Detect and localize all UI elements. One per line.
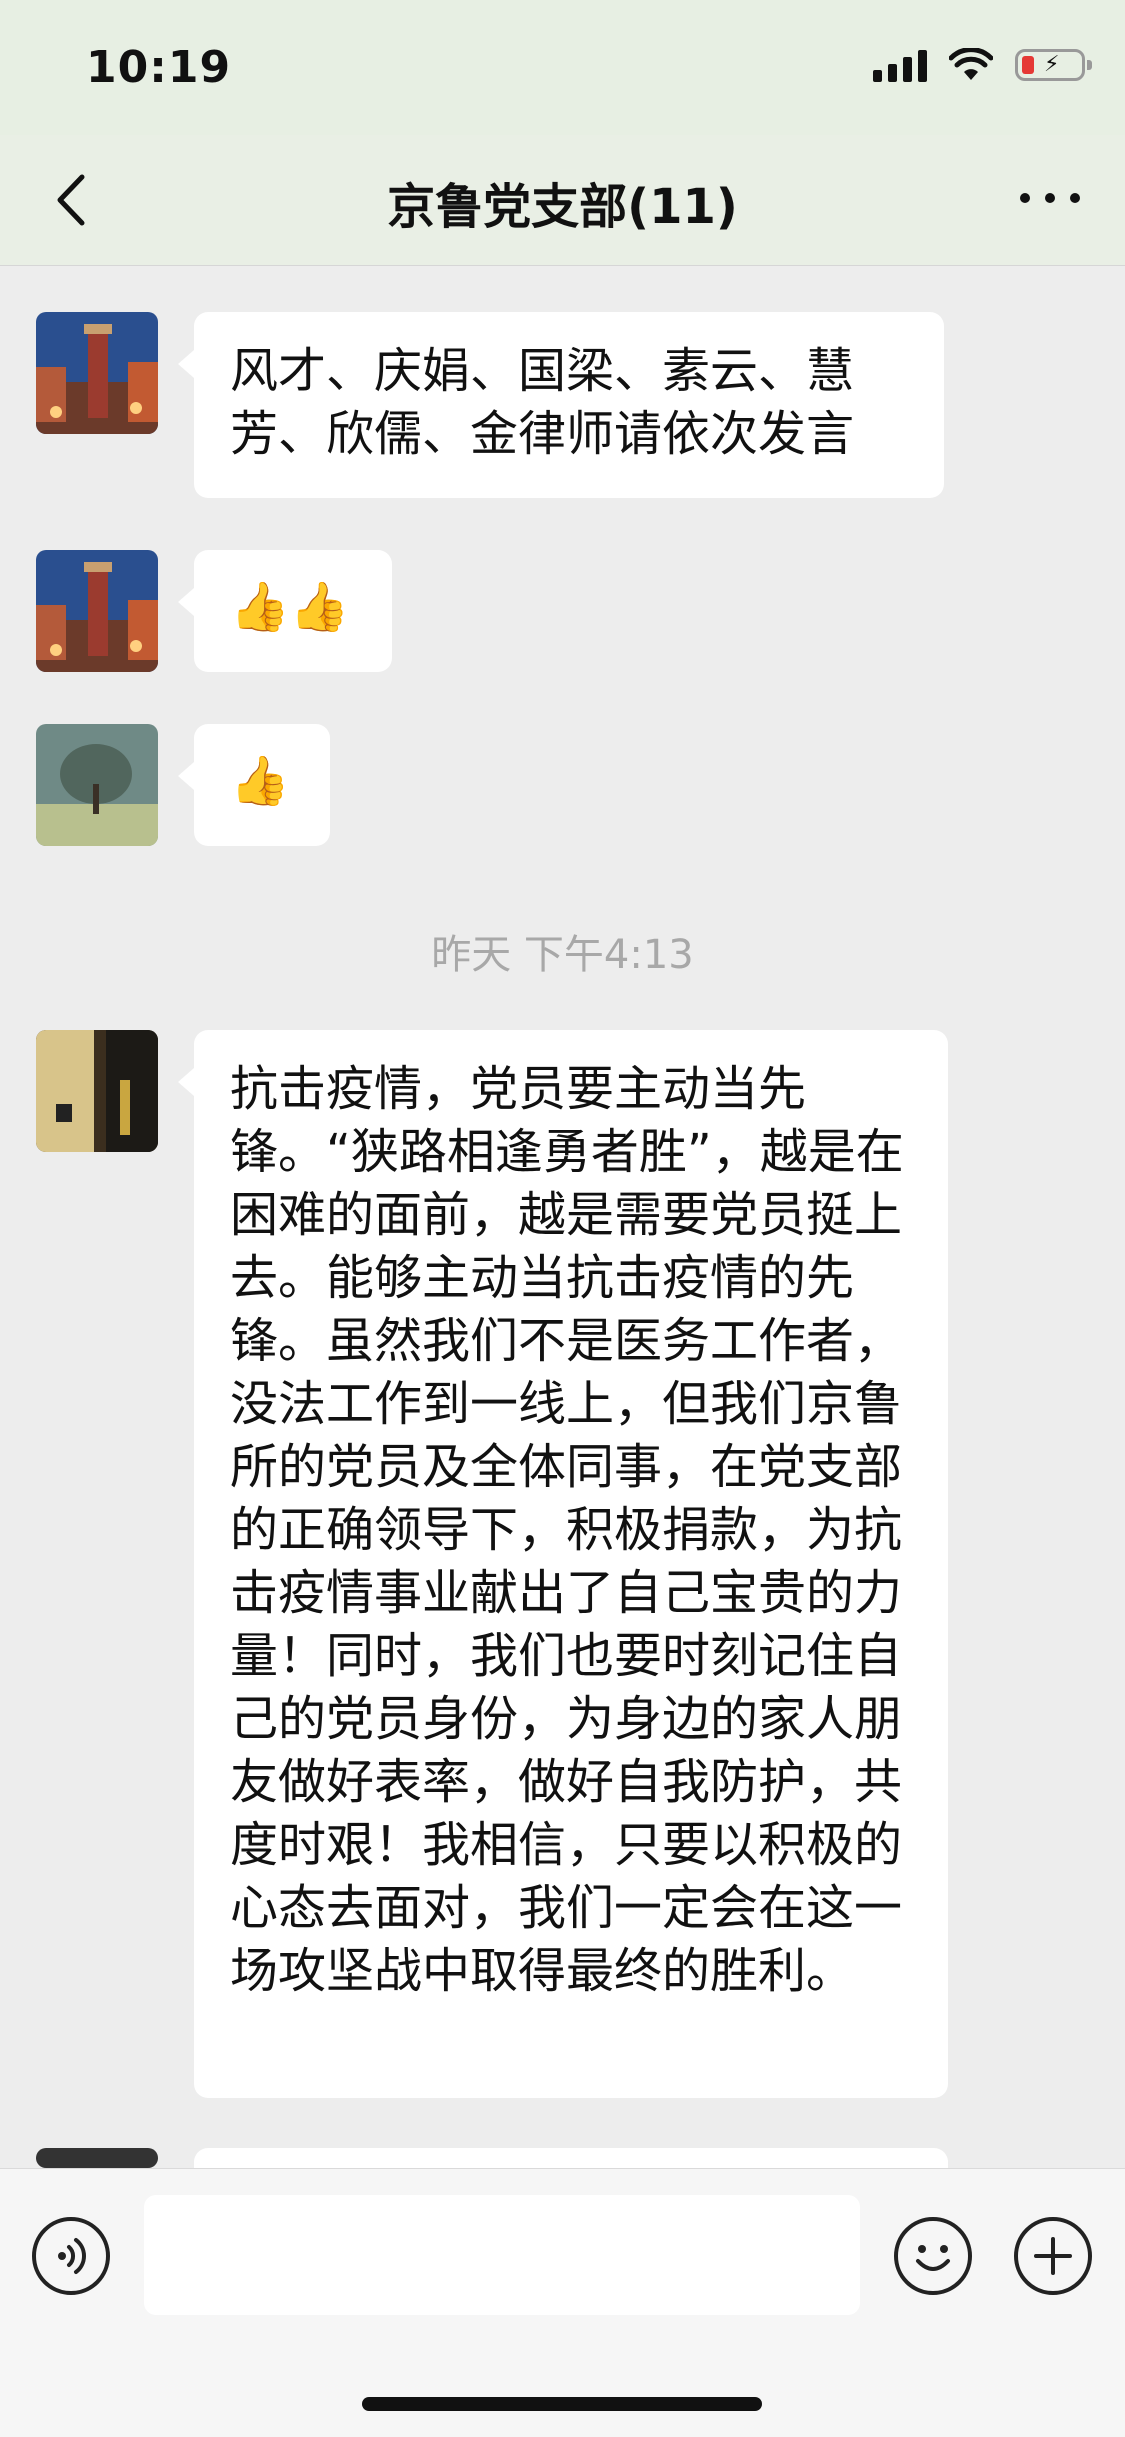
wifi-icon	[949, 48, 993, 80]
input-bar	[0, 2168, 1125, 2437]
message-text: 抗击疫情，党员要主动当先锋。“狭路相逢勇者胜”，越是在困难的面前，越是需要党员挺…	[230, 1061, 904, 1999]
status-time: 10:19	[86, 42, 232, 93]
avatar[interactable]	[36, 724, 158, 846]
status-bar: 10:19 ⚡	[0, 0, 1125, 135]
message-input[interactable]	[144, 2195, 860, 2315]
chat-title: 京鲁党支部(11)	[387, 179, 738, 235]
plus-icon[interactable]	[1014, 2217, 1092, 2295]
avatar[interactable]	[36, 312, 158, 434]
message-text: 风才、庆娟、国梁、素云、慧芳、欣儒、金律师请依次发言	[230, 343, 855, 462]
emoji-icon[interactable]	[894, 2217, 972, 2295]
message-bubble[interactable]: 👍👍	[178, 550, 392, 672]
avatar[interactable]	[36, 550, 158, 672]
battery-icon: ⚡	[1015, 49, 1092, 81]
message-text: 👍👍	[230, 579, 350, 635]
avatar[interactable]	[36, 2148, 158, 2168]
message-bubble[interactable]: 抗击疫情，党员要主动当先锋。“狭路相逢勇者胜”，越是在困难的面前，越是需要党员挺…	[178, 1030, 948, 2098]
home-indicator[interactable]	[362, 2397, 762, 2411]
message-bubble[interactable]: 风才、庆娟、国梁、素云、慧芳、欣儒、金律师请依次发言	[178, 312, 944, 498]
message-text: 👍	[230, 753, 290, 809]
voice-icon[interactable]	[32, 2217, 110, 2295]
message-bubble[interactable]	[194, 2148, 948, 2168]
status-icons: ⚡	[873, 48, 1092, 82]
cellular-signal-icon	[873, 48, 927, 82]
more-dots-icon[interactable]	[1015, 173, 1085, 223]
avatar[interactable]	[36, 1030, 158, 1152]
message-bubble[interactable]: 👍	[178, 724, 330, 846]
nav-bar: 京鲁党支部(11)	[0, 135, 1125, 266]
chat-timestamp: 昨天 下午4:13	[431, 932, 694, 978]
